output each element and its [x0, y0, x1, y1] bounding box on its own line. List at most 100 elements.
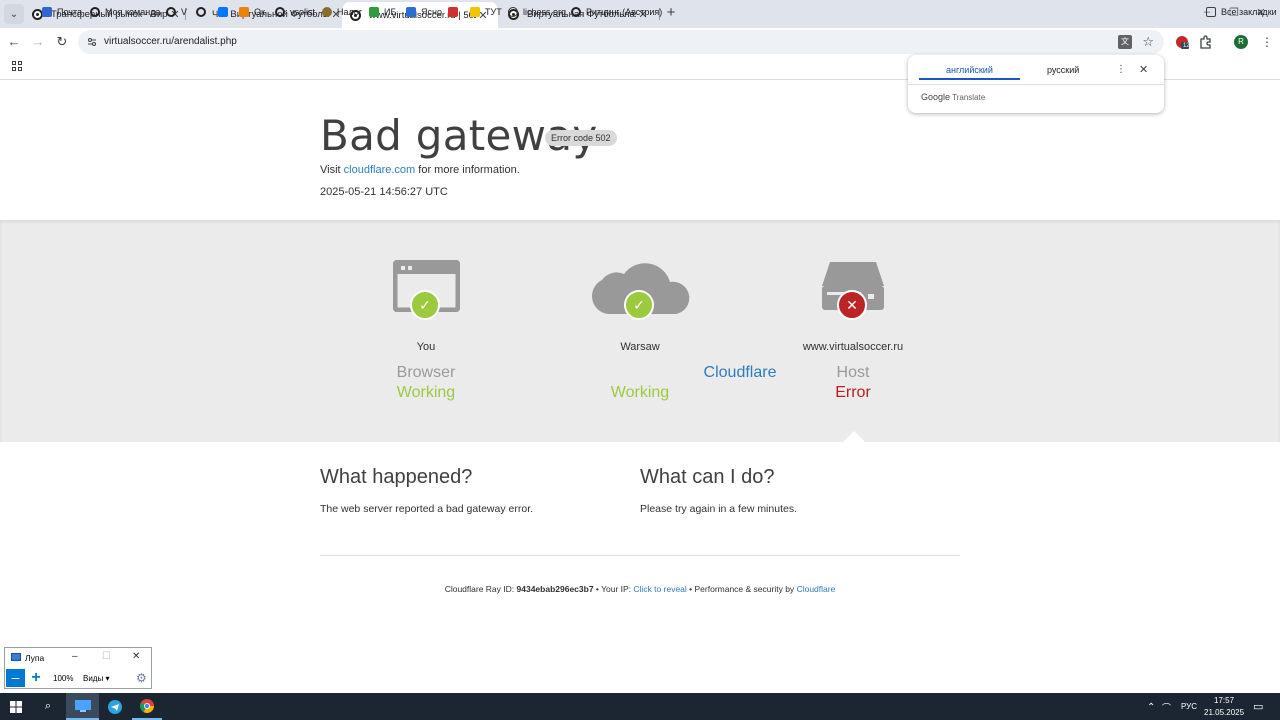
node-status: Working [610, 384, 670, 401]
search-icon[interactable]: ⌕ [34, 693, 62, 720]
close-icon[interactable]: ✕ [132, 651, 140, 662]
network-icon[interactable]: ⌒ [1162, 701, 1171, 714]
tut-icon [470, 7, 480, 17]
language-indicator[interactable]: РУС [1181, 702, 1197, 711]
windows-start-icon[interactable] [0, 693, 32, 720]
folder-icon [1206, 7, 1216, 17]
magnifier-taskbar-icon[interactable] [66, 693, 99, 720]
error-header: Bad gateway Error code 502 [320, 111, 617, 160]
apps-grid-icon[interactable] [12, 61, 22, 71]
minimize-icon[interactable]: – [72, 651, 78, 662]
bookmark-star-icon[interactable]: ☆ [1142, 34, 1154, 50]
bookmark-m[interactable] [448, 5, 463, 19]
chrome-icon[interactable] [132, 693, 162, 720]
timestamp: 2025-05-21 14:56:27 UTC [320, 186, 448, 198]
browser-toolbar: ← → ↻ virtualsoccer.ru/arendalist.php 文 … [0, 28, 1280, 56]
bookmark-lichess[interactable]: lichess.org [508, 5, 566, 19]
yasno-icon [406, 7, 416, 17]
translate-tab-english[interactable]: английский [946, 65, 993, 75]
extensions-puzzle-icon[interactable] [1199, 35, 1213, 49]
address-bar[interactable]: virtualsoccer.ru/arendalist.php 文 ☆ [78, 30, 1164, 54]
bookmark-mail[interactable]: Почта [42, 5, 82, 19]
node-role: Browser [396, 364, 456, 381]
status-diagram: ✓ You Browser Working ✓ Warsaw Cloudflar… [0, 220, 1280, 442]
tab-search-button[interactable]: ⌄ [4, 4, 24, 24]
bookmark-yasno[interactable]: Ясно [406, 5, 442, 19]
mail-icon [42, 7, 52, 17]
back-icon[interactable]: ← [6, 34, 22, 50]
url-text[interactable]: virtualsoccer.ru/arendalist.php [104, 36, 237, 47]
more-options-icon[interactable]: ⋮ [1116, 64, 1126, 75]
ib-icon [369, 7, 379, 17]
what-happened-text: The web server reported a bad gateway er… [320, 503, 534, 515]
zoom-out-button[interactable]: – [6, 669, 25, 687]
translate-popup: английский русский ⋮ ✕ Google Translate [908, 55, 1164, 113]
error-x-icon: ✕ [837, 290, 867, 320]
node-label: www.virtualsoccer.ru [802, 341, 904, 353]
soccer-ball-icon [90, 7, 100, 17]
error-code-badge: Error code 502 [545, 130, 617, 146]
bookmark-nalog[interactable]: Налог [322, 5, 362, 19]
nalog-icon [322, 7, 332, 17]
node-role: Host [836, 364, 870, 381]
clock-time[interactable]: 17:57 [1214, 696, 1234, 705]
what-can-i-do-text: Please try again in a few minutes. [640, 503, 797, 515]
bookmark-my-team[interactable]: Моя команда [90, 5, 160, 19]
cloudflare-link[interactable]: cloudflare.com [344, 164, 416, 176]
google-translate-brand: Google Translate [921, 92, 986, 102]
zoom-in-button[interactable]: + [28, 669, 44, 687]
translate-icon[interactable]: 文 [1118, 35, 1132, 49]
bookmark-ib[interactable]: ИБ [369, 5, 396, 19]
checkmark-icon: ✓ [624, 290, 654, 320]
error-pointer-arrow [843, 431, 865, 442]
node-label: Warsaw [620, 341, 660, 353]
tray-expand-icon[interactable]: ⌃ [1147, 702, 1155, 713]
lichess-icon [508, 7, 518, 17]
gear-icon[interactable]: ⚙ [136, 671, 147, 685]
bookmark-soccer[interactable] [196, 5, 211, 19]
footer: Cloudflare Ray ID: 9434ebab296ec3b7 • Yo… [444, 584, 836, 594]
close-icon[interactable]: ✕ [1139, 63, 1148, 76]
bookmark-vk[interactable] [218, 5, 233, 19]
node-status: Error [835, 384, 871, 401]
profile-avatar[interactable]: R [1234, 35, 1248, 49]
taskbar: ⌕ ⌃ ⌒ РУС 17:57 21.05.2025 ▭ [0, 693, 1280, 720]
soccer-ball-icon [166, 7, 176, 17]
telegram-icon[interactable] [101, 693, 129, 720]
notifications-icon[interactable]: ▭ [1253, 700, 1263, 713]
views-dropdown[interactable]: Виды ▾ [83, 674, 109, 683]
bookmark-v[interactable]: V [166, 5, 187, 19]
vk-icon [218, 7, 228, 17]
all-bookmarks[interactable]: Все закладки [1206, 5, 1277, 19]
reveal-ip-link[interactable]: Click to reveal [633, 584, 686, 594]
forward-icon[interactable]: → [30, 34, 46, 50]
soccer-ball-icon [571, 7, 581, 17]
soccer-ball-icon [275, 7, 285, 17]
what-can-i-do-title: What can I do? [640, 466, 775, 488]
bookmark-vsolist[interactable]: vsolist [275, 5, 315, 19]
site-settings-icon[interactable] [87, 37, 97, 47]
cloudflare-footer-link[interactable]: Cloudflare [797, 584, 836, 594]
ray-id: 9434ebab296ec3b7 [516, 584, 594, 594]
m-icon [448, 7, 458, 17]
maximize-icon[interactable]: ☐ [102, 651, 111, 662]
translate-tab-russian[interactable]: русский [1047, 65, 1079, 75]
clock-date[interactable]: 21.05.2025 [1204, 708, 1244, 717]
ok-icon [239, 7, 249, 17]
new-tab-button[interactable]: + [663, 5, 679, 21]
soccer-ball-icon [196, 7, 206, 17]
bookmark-ok[interactable]: Ок [239, 5, 265, 19]
magnifier-title: Лупа [25, 653, 45, 663]
node-label: You [416, 341, 436, 353]
bookmark-tut[interactable]: ТУТ [470, 5, 502, 19]
page-content: Bad gateway Error code 502 Visit cloudfl… [0, 81, 1280, 693]
reload-icon[interactable]: ↻ [54, 34, 70, 50]
visit-line: Visit cloudflare.com for more informatio… [320, 164, 520, 176]
checkmark-icon: ✓ [410, 290, 440, 320]
divider [320, 555, 960, 556]
what-happened-title: What happened? [320, 466, 473, 488]
magnifier-app-icon [11, 653, 21, 661]
node-status: Working [396, 384, 456, 401]
browser-menu-icon[interactable]: ⋮ [1261, 35, 1273, 49]
bookmark-ritzing[interactable]: Ритцинг (Австрия) [571, 5, 662, 19]
